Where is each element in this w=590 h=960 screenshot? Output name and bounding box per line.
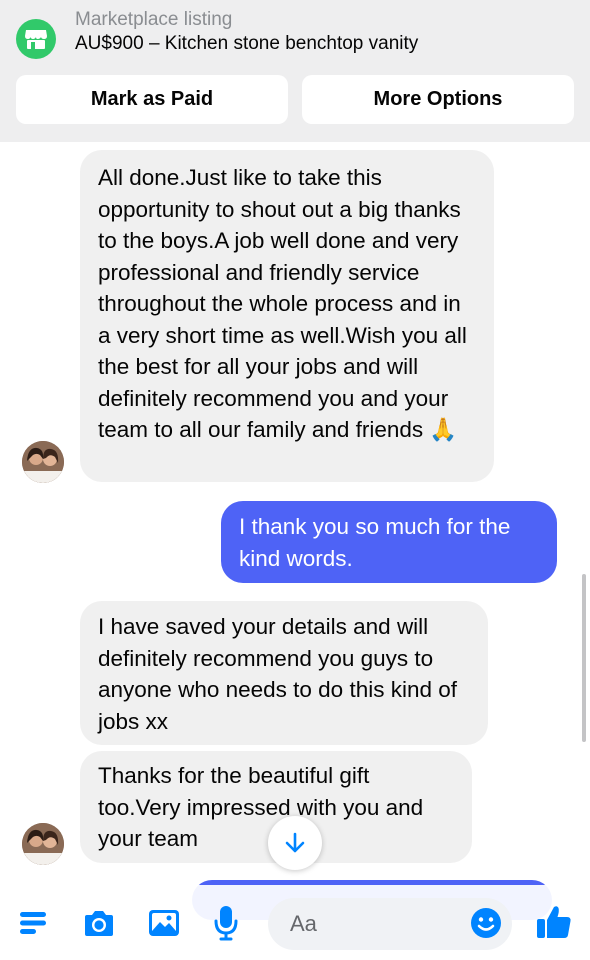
more-options-button[interactable]: More Options xyxy=(302,75,574,124)
thumbs-up-icon[interactable] xyxy=(534,902,574,942)
menu-icon[interactable] xyxy=(16,906,50,940)
scrollbar[interactable] xyxy=(582,574,586,742)
arrow-down-icon xyxy=(285,832,305,853)
message-bubble-incoming[interactable]: I have saved your details and will defin… xyxy=(80,601,488,745)
listing-label: Marketplace listing xyxy=(75,9,233,30)
marketplace-listing-header[interactable]: Marketplace listing AU$900 – Kitchen sto… xyxy=(0,0,590,142)
emoji-icon[interactable] xyxy=(469,906,503,940)
message-bubble-outgoing[interactable]: I thank you so much for the kind words. xyxy=(221,501,557,583)
marketplace-store-icon xyxy=(16,19,56,59)
listing-title[interactable]: AU$900 – Kitchen stone benchtop vanity xyxy=(75,33,418,55)
microphone-icon[interactable] xyxy=(211,903,241,943)
message-bubble-incoming[interactable]: All done.Just like to take this opportun… xyxy=(80,150,494,482)
contact-avatar[interactable] xyxy=(22,441,64,483)
photo-icon[interactable] xyxy=(146,905,182,941)
mark-as-paid-button[interactable]: Mark as Paid xyxy=(16,75,288,124)
contact-avatar[interactable] xyxy=(22,823,64,865)
camera-icon[interactable] xyxy=(81,906,117,942)
scroll-to-bottom-button[interactable] xyxy=(268,816,322,870)
